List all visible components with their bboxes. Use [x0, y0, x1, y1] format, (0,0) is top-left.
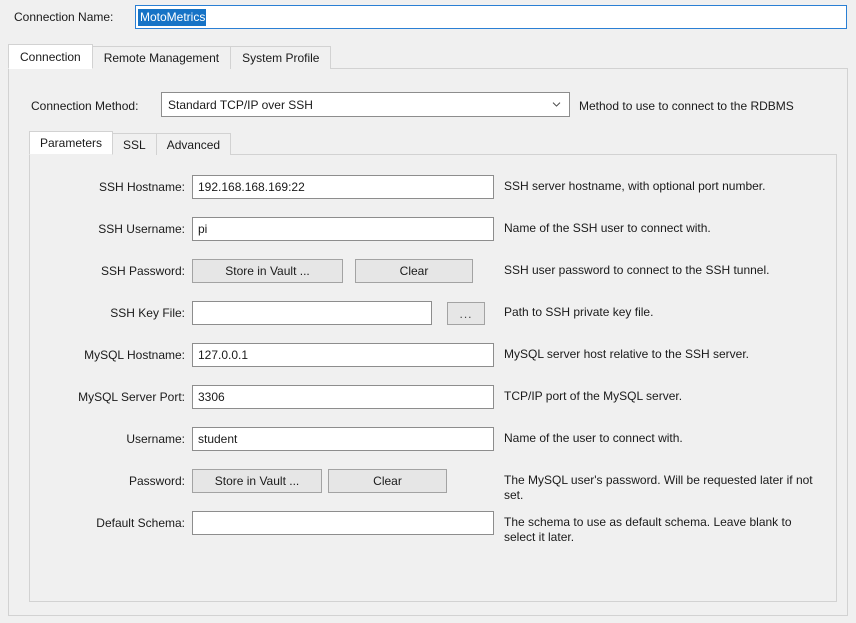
ssh-key-file-input[interactable] — [192, 301, 432, 325]
tab-remote-management[interactable]: Remote Management — [91, 46, 232, 69]
mysql-server-port-input[interactable]: 3306 — [192, 385, 494, 409]
row-ssh-key-file: SSH Key File: ... Path to SSH private ke… — [30, 301, 838, 331]
default-schema-label: Default Schema: — [96, 516, 185, 530]
connection-method-help: Method to use to connect to the RDBMS — [579, 99, 794, 113]
row-password: Password: Store in Vault ... Clear The M… — [30, 469, 838, 502]
ssh-password-store-in-vault-button[interactable]: Store in Vault ... — [192, 259, 343, 283]
ssh-password-clear-button[interactable]: Clear — [355, 259, 473, 283]
connection-name-label: Connection Name: — [14, 10, 114, 24]
connection-method-label: Connection Method: — [31, 99, 139, 113]
mysql-hostname-help: MySQL server host relative to the SSH se… — [504, 347, 749, 361]
mysql-hostname-label: MySQL Hostname: — [84, 348, 185, 362]
password-clear-button[interactable]: Clear — [328, 469, 447, 493]
username-label: Username: — [126, 432, 185, 446]
parameters-form: SSH Hostname: 192.168.168.169:22 SSH ser… — [30, 155, 838, 603]
tab-advanced[interactable]: Advanced — [155, 133, 232, 155]
connection-method-select[interactable]: Standard TCP/IP over SSH — [161, 92, 570, 117]
password-help: The MySQL user's password. Will be reque… — [504, 473, 813, 502]
ssh-password-label: SSH Password: — [100, 264, 185, 278]
row-ssh-username: SSH Username: pi Name of the SSH user to… — [30, 217, 838, 247]
ssh-password-help: SSH user password to connect to the SSH … — [504, 263, 770, 277]
ssh-username-label: SSH Username: — [98, 222, 185, 236]
ssh-key-file-help: Path to SSH private key file. — [504, 305, 654, 319]
ssh-key-file-browse-button[interactable]: ... — [447, 302, 485, 325]
ssh-username-help: Name of the SSH user to connect with. — [504, 221, 711, 235]
main-tabstrip: Connection Remote Management System Prof… — [8, 44, 332, 69]
username-help: Name of the user to connect with. — [504, 431, 683, 445]
connection-settings-dialog: Connection Name: MotoMetrics Connection … — [0, 0, 856, 623]
tab-ssl[interactable]: SSL — [112, 133, 157, 155]
ssh-username-input[interactable]: pi — [192, 217, 494, 241]
connection-name-value: MotoMetrics — [138, 8, 207, 26]
row-username: Username: student Name of the user to co… — [30, 427, 838, 457]
row-ssh-hostname: SSH Hostname: 192.168.168.169:22 SSH ser… — [30, 175, 838, 205]
connection-method-value: Standard TCP/IP over SSH — [168, 97, 313, 112]
parameters-tabstrip: Parameters SSL Advanced — [29, 131, 232, 155]
mysql-server-port-label: MySQL Server Port: — [78, 390, 185, 404]
default-schema-input[interactable] — [192, 511, 494, 535]
parameters-panel: SSH Hostname: 192.168.168.169:22 SSH ser… — [29, 154, 837, 602]
ssh-key-file-label: SSH Key File: — [110, 306, 185, 320]
connection-name-row: Connection Name: MotoMetrics — [0, 0, 856, 34]
row-default-schema: Default Schema: The schema to use as def… — [30, 511, 838, 544]
password-store-in-vault-button[interactable]: Store in Vault ... — [192, 469, 322, 493]
tab-parameters[interactable]: Parameters — [29, 131, 114, 155]
tab-system-profile[interactable]: System Profile — [230, 46, 332, 69]
row-mysql-hostname: MySQL Hostname: 127.0.0.1 MySQL server h… — [30, 343, 838, 373]
mysql-hostname-input[interactable]: 127.0.0.1 — [192, 343, 494, 367]
mysql-server-port-help: TCP/IP port of the MySQL server. — [504, 389, 683, 403]
username-input[interactable]: student — [192, 427, 494, 451]
connection-name-input[interactable]: MotoMetrics — [135, 5, 847, 29]
ssh-hostname-input[interactable]: 192.168.168.169:22 — [192, 175, 494, 199]
default-schema-help: The schema to use as default schema. Lea… — [504, 515, 792, 544]
tab-connection[interactable]: Connection — [8, 44, 93, 69]
row-ssh-password: SSH Password: Store in Vault ... Clear S… — [30, 259, 838, 289]
connection-tab-panel: Connection Method: Standard TCP/IP over … — [8, 68, 848, 616]
chevron-down-icon — [552, 99, 561, 108]
ssh-hostname-help: SSH server hostname, with optional port … — [504, 179, 766, 193]
row-mysql-server-port: MySQL Server Port: 3306 TCP/IP port of t… — [30, 385, 838, 415]
ssh-hostname-label: SSH Hostname: — [98, 180, 185, 194]
password-label: Password: — [128, 474, 185, 488]
